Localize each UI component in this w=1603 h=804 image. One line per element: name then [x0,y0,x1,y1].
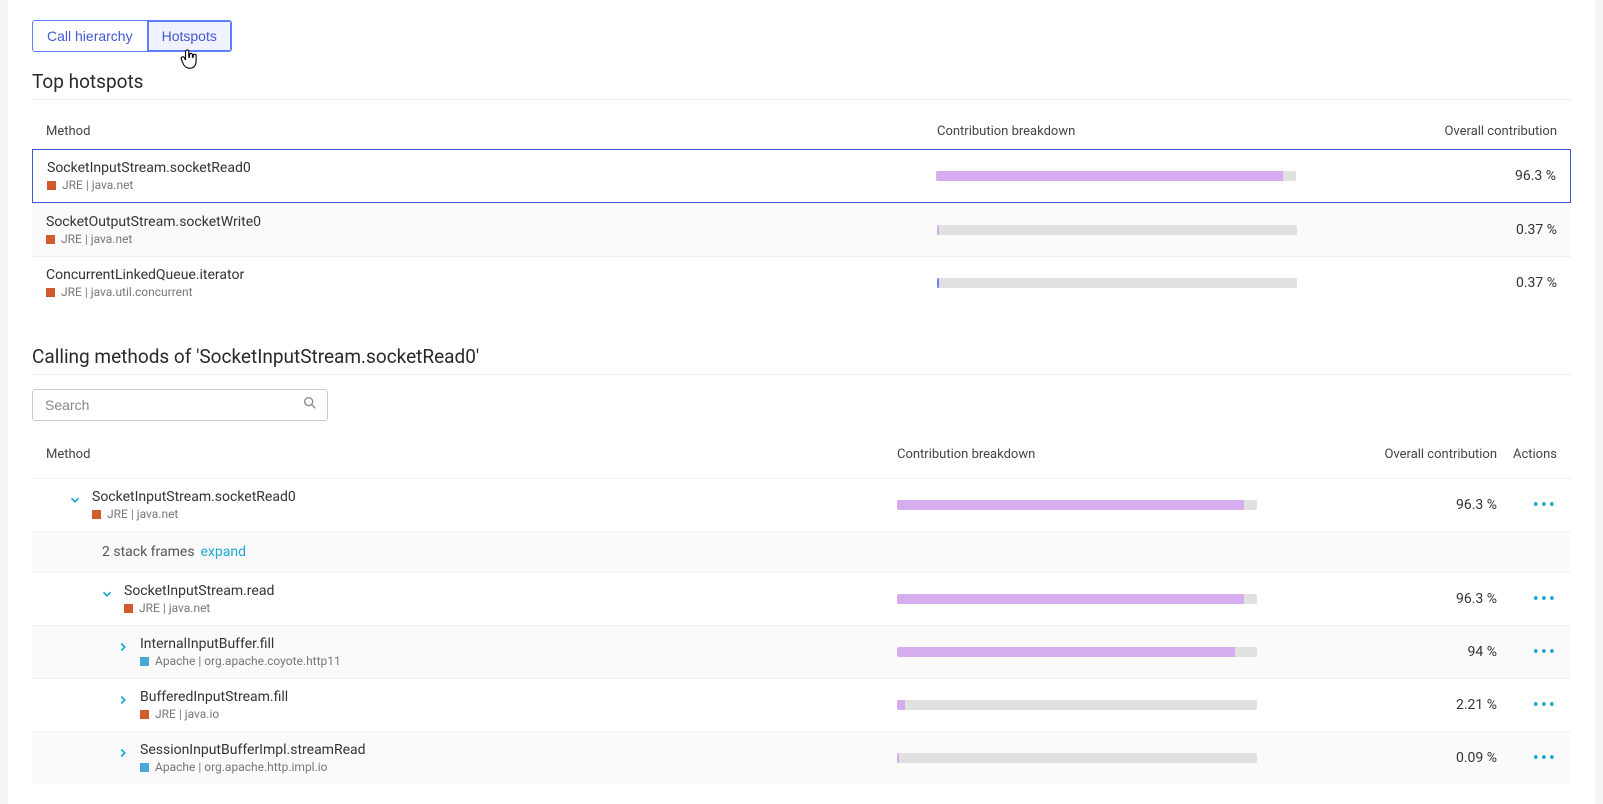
calling-headers: Method Contribution breakdown Overall co… [32,429,1571,472]
expand-link[interactable]: expand [201,544,246,560]
lib-color-chip [140,710,149,719]
row-actions-menu[interactable]: ••• [1533,589,1557,610]
method-sub: JRE | java.util.concurrent [46,285,244,299]
method-name: InternalInputBuffer.fill [140,636,341,652]
method-name: ConcurrentLinkedQueue.iterator [46,267,244,283]
hdr-breakdown: Contribution breakdown [897,447,1317,462]
lib-color-chip [92,510,101,519]
chevron-right-icon[interactable] [114,638,132,656]
overall-contribution: 0.09 % [1317,750,1497,766]
overall-contribution: 0.37 % [1357,275,1557,291]
lib-color-chip [46,288,55,297]
overall-contribution: 0.37 % [1357,222,1557,238]
overall-contribution: 2.21 % [1317,697,1497,713]
top-hotspots-title: Top hotspots [32,70,1571,100]
method-sub: JRE | java.net [46,232,261,246]
hdr-method: Method [46,124,937,139]
search-input[interactable] [32,389,328,421]
lib-color-chip [47,181,56,190]
calling-row[interactable]: SocketInputStream.read JRE | java.net 96… [32,572,1571,625]
row-actions-menu[interactable]: ••• [1533,748,1557,769]
search-icon [302,395,318,415]
method-name: SocketInputStream.socketRead0 [47,160,251,176]
calling-row[interactable]: SocketInputStream.socketRead0 JRE | java… [32,478,1571,531]
method-name: SessionInputBufferImpl.streamRead [140,742,366,758]
tab-hotspots[interactable]: Hotspots [147,21,231,51]
contribution-bar [937,225,1297,235]
stack-frames-label: 2 stack frames [102,544,195,560]
row-actions-menu[interactable]: ••• [1533,495,1557,516]
hdr-overall: Overall contribution [1317,447,1497,462]
method-sub: JRE | java.io [140,707,288,721]
method-name: BufferedInputStream.fill [140,689,288,705]
contribution-bar [897,500,1257,510]
calling-row[interactable]: BufferedInputStream.fill JRE | java.io 2… [32,678,1571,731]
method-name: SocketInputStream.read [124,583,274,599]
contribution-bar [897,647,1257,657]
method-sub: JRE | java.net [124,601,274,615]
method-name: SocketInputStream.socketRead0 [92,489,296,505]
overall-contribution: 96.3 % [1317,497,1497,513]
chevron-down-icon[interactable] [66,491,84,509]
method-name: SocketOutputStream.socketWrite0 [46,214,261,230]
row-actions-menu[interactable]: ••• [1533,642,1557,663]
row-actions-menu[interactable]: ••• [1533,695,1557,716]
calling-methods-title: Calling methods of 'SocketInputStream.so… [32,345,1571,375]
hotspots-headers: Method Contribution breakdown Overall co… [32,106,1571,149]
contribution-bar [937,278,1297,288]
contribution-bar [897,594,1257,604]
method-sub: Apache | org.apache.coyote.http11 [140,654,341,668]
contribution-bar [897,700,1257,710]
contribution-bar [936,171,1296,181]
hotspot-row[interactable]: ConcurrentLinkedQueue.iterator JRE | jav… [32,256,1571,309]
overall-contribution: 96.3 % [1356,168,1556,184]
overall-contribution: 96.3 % [1317,591,1497,607]
calling-row[interactable]: InternalInputBuffer.fill Apache | org.ap… [32,625,1571,678]
method-sub: JRE | java.net [92,507,296,521]
calling-row[interactable]: SessionInputBufferImpl.streamRead Apache… [32,731,1571,784]
tab-call-hierarchy[interactable]: Call hierarchy [33,21,147,51]
hotspot-row[interactable]: SocketInputStream.socketRead0 JRE | java… [32,149,1571,203]
hdr-actions: Actions [1497,447,1557,462]
lib-color-chip [124,604,133,613]
lib-color-chip [140,657,149,666]
stack-frames-row: 2 stack frames expand [32,531,1571,572]
lib-color-chip [140,763,149,772]
hotspots-table: SocketInputStream.socketRead0 JRE | java… [32,149,1571,309]
chevron-right-icon[interactable] [114,744,132,762]
contribution-bar [897,753,1257,763]
hdr-breakdown: Contribution breakdown [937,124,1357,139]
hdr-method: Method [46,447,897,462]
chevron-down-icon[interactable] [98,585,116,603]
calling-tree: SocketInputStream.socketRead0 JRE | java… [32,478,1571,784]
hotspot-row[interactable]: SocketOutputStream.socketWrite0 JRE | ja… [32,203,1571,256]
lib-color-chip [46,235,55,244]
view-tabs: Call hierarchy Hotspots [32,20,232,52]
method-sub: Apache | org.apache.http.impl.io [140,760,366,774]
overall-contribution: 94 % [1317,644,1497,660]
search-wrap [32,389,328,421]
hdr-overall: Overall contribution [1357,124,1557,139]
chevron-right-icon[interactable] [114,691,132,709]
method-sub: JRE | java.net [47,178,251,192]
